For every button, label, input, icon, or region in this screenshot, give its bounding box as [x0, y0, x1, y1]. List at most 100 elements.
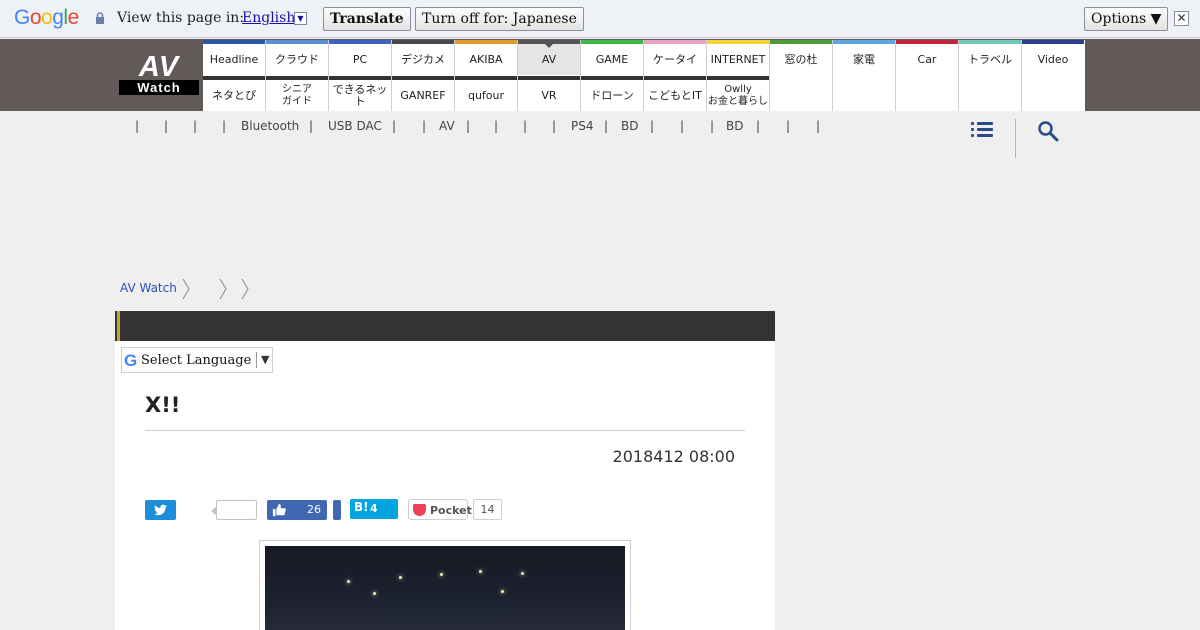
- nav-separator: [832, 40, 833, 111]
- nav-sub-item-label: シニア ガイド: [282, 83, 312, 107]
- nav-item-label: GAME: [595, 52, 629, 66]
- nav-sub-item-1[interactable]: ネタとぴ: [203, 76, 265, 111]
- subnav-separator: |: [552, 119, 557, 133]
- translate-button[interactable]: Translate: [323, 7, 411, 31]
- logo-watch: Watch: [119, 80, 199, 95]
- nav-item-7[interactable]: GAME: [581, 40, 643, 75]
- facebook-share-button[interactable]: [333, 500, 341, 520]
- breadcrumb-chevron-icon: [241, 278, 249, 300]
- hatena-bookmark-button[interactable]: B! 4: [350, 499, 398, 519]
- nav-item-9[interactable]: INTERNET: [707, 40, 769, 75]
- close-icon[interactable]: ✕: [1174, 11, 1189, 26]
- subnav-separator: |: [604, 119, 609, 133]
- nav-item-label: AKIBA: [469, 52, 503, 66]
- thumbs-up-icon: [272, 503, 286, 517]
- subnav-separator: |: [816, 119, 821, 133]
- nav-item-4[interactable]: デジカメ: [392, 40, 454, 75]
- nav-item-5[interactable]: AKIBA: [455, 40, 517, 75]
- language-dropdown-icon[interactable]: ▼: [294, 12, 307, 25]
- subnav-separator: |: [466, 119, 471, 133]
- subnav-separator: |: [392, 119, 397, 133]
- nav-sub-item-3[interactable]: できるネット: [329, 76, 391, 111]
- category-nav: Headline クラウド PC デジカメ AKIBA AV GAME ケータイ INTERNE…: [203, 40, 1085, 111]
- nav-item-2[interactable]: クラウド: [266, 40, 328, 75]
- nav-item-label: Car: [917, 52, 937, 66]
- nav-separator: [265, 40, 266, 111]
- chevron-down-icon: ▼: [261, 353, 270, 366]
- subnav-link[interactable]: AV: [439, 119, 455, 133]
- facebook-like-button[interactable]: 26: [267, 500, 327, 520]
- nav-item-13[interactable]: トラベル: [959, 40, 1021, 75]
- translate-bar: Google View this page in: English ▼ Tran…: [0, 0, 1200, 38]
- nav-item-8[interactable]: ケータイ: [644, 40, 706, 75]
- nav-separator: [1021, 40, 1022, 111]
- subnav-separator: |: [756, 119, 761, 133]
- nav-sub-item-label: こどもとIT: [648, 88, 702, 102]
- pocket-count: 14: [473, 499, 502, 520]
- nav-item-3[interactable]: PC: [329, 40, 391, 75]
- turn-off-button[interactable]: Turn off for: Japanese: [415, 7, 584, 31]
- pocket-button[interactable]: Pocket: [408, 499, 472, 520]
- subnav-link[interactable]: PS4: [571, 119, 594, 133]
- article-title: X!!: [145, 393, 181, 417]
- nav-separator: [391, 40, 392, 111]
- menu-icon[interactable]: [971, 121, 993, 139]
- nav-item-label: AV: [541, 52, 557, 66]
- nav-sub-item-label: ドローン: [590, 88, 634, 102]
- nav-sub-item-label: qufour: [467, 88, 505, 102]
- nav-separator: [643, 40, 644, 111]
- nav-item-12[interactable]: Car: [896, 40, 958, 75]
- site-logo[interactable]: AV Watch: [119, 53, 199, 95]
- nav-sub-item-label: Owlly お金と暮らし: [708, 83, 768, 107]
- nav-item-label: 家電: [853, 52, 875, 66]
- nav-separator: [517, 40, 518, 111]
- twitter-share-button[interactable]: [145, 500, 176, 520]
- nav-sub-item-label: できるネット: [332, 82, 388, 108]
- search-icon[interactable]: [1037, 120, 1059, 142]
- category-bar-accent: [117, 311, 120, 341]
- select-language-dropdown[interactable]: G Select Language ▼: [121, 347, 273, 373]
- nav-sub-item-5[interactable]: qufour: [455, 76, 517, 111]
- nav-sub-item-4[interactable]: GANREF: [392, 76, 454, 111]
- subnav-separator: |: [135, 119, 140, 133]
- nav-item-label: デジカメ: [401, 52, 445, 66]
- nav-item-11[interactable]: 家電: [833, 40, 895, 75]
- subnav-link[interactable]: BD: [621, 119, 638, 133]
- hatena-count: 4: [370, 502, 378, 515]
- subnav-link[interactable]: USB DAC: [328, 119, 382, 133]
- nav-item-1[interactable]: Headline: [203, 40, 265, 75]
- nav-sub-item-8[interactable]: こどもとIT: [644, 76, 706, 111]
- lock-icon: [96, 12, 104, 24]
- subnav-separator: |: [309, 119, 314, 133]
- article-photo[interactable]: [265, 546, 625, 630]
- subnav-separator: |: [650, 119, 655, 133]
- nav-separator: [706, 40, 707, 111]
- nav-sub-item-9[interactable]: Owlly お金と暮らし: [707, 76, 769, 111]
- language-link[interactable]: English: [242, 10, 295, 26]
- nav-item-10[interactable]: 窓の杜: [770, 40, 832, 75]
- subnav-separator: |: [164, 119, 169, 133]
- subnav-separator: |: [422, 119, 427, 133]
- nav-sub-item-label: GANREF: [400, 88, 446, 102]
- nav-sub-item-2[interactable]: シニア ガイド: [266, 76, 328, 111]
- breadcrumb-home[interactable]: AV Watch: [120, 281, 177, 295]
- nav-separator: [580, 40, 581, 111]
- subnav-separator: |: [193, 119, 198, 133]
- nav-item-label: Video: [1037, 52, 1069, 66]
- facebook-like-count: 26: [307, 503, 321, 516]
- nav-item-label: ケータイ: [653, 52, 697, 66]
- nav-sub-item-7[interactable]: ドローン: [581, 76, 643, 111]
- nav-separator: [328, 40, 329, 111]
- breadcrumb-chevron-icon: [182, 278, 190, 300]
- google-g-icon: G: [124, 351, 138, 370]
- article: G Select Language ▼ X!! 2018412 08:00 26…: [115, 311, 775, 630]
- nav-item-14[interactable]: Video: [1022, 40, 1084, 75]
- subnav-link[interactable]: Bluetooth: [241, 119, 299, 133]
- subnav-link[interactable]: BD: [726, 119, 743, 133]
- options-button[interactable]: Options ▼: [1084, 7, 1169, 31]
- nav-item-6[interactable]: AV: [518, 40, 580, 75]
- nav-sub-item-6[interactable]: VR: [518, 76, 580, 111]
- category-bar: [115, 311, 775, 341]
- pocket-icon: [413, 504, 426, 516]
- logo-av: AV: [138, 51, 180, 83]
